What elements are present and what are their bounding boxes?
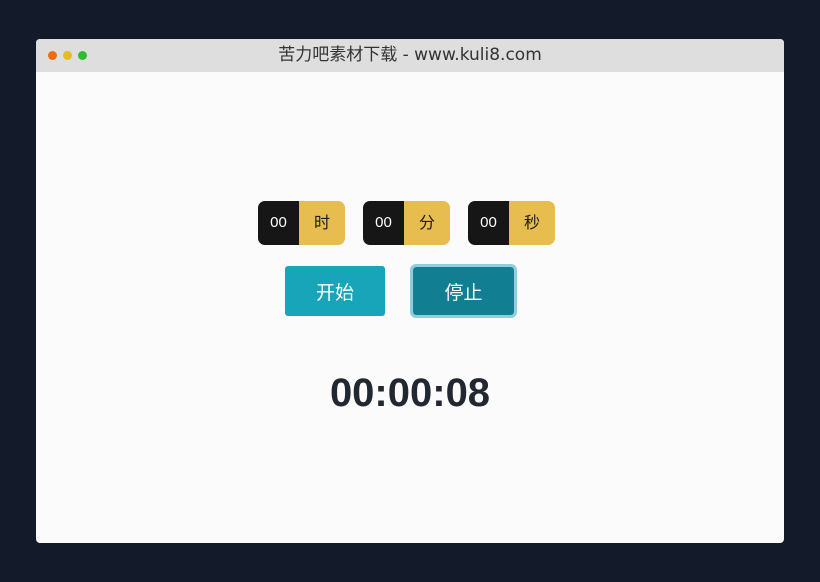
hours-unit-label: 时	[299, 201, 345, 245]
minutes-value[interactable]: 00	[363, 201, 404, 245]
start-button[interactable]: 开始	[285, 266, 385, 316]
timer-page: 00 时 00 分 00 秒 开始 停止 00:00:08	[36, 72, 784, 543]
title-bar: 苦力吧素材下载 - www.kuli8.com	[36, 39, 784, 72]
minutes-field[interactable]: 00 分	[363, 201, 450, 245]
timer-controls: 开始 停止	[285, 264, 517, 318]
seconds-unit-label: 秒	[509, 201, 555, 245]
time-fields: 00 时 00 分 00 秒	[258, 201, 555, 245]
window-title: 苦力吧素材下载 - www.kuli8.com	[278, 45, 542, 65]
seconds-value[interactable]: 00	[468, 201, 509, 245]
seconds-field[interactable]: 00 秒	[468, 201, 555, 245]
browser-window: 苦力吧素材下载 - www.kuli8.com 00 时 00 分 00 秒 开…	[36, 39, 784, 543]
stop-button[interactable]: 停止	[410, 264, 517, 318]
timer-display: 00:00:08	[329, 371, 491, 415]
minutes-unit-label: 分	[404, 201, 450, 245]
hours-value[interactable]: 00	[258, 201, 299, 245]
hours-field[interactable]: 00 时	[258, 201, 345, 245]
